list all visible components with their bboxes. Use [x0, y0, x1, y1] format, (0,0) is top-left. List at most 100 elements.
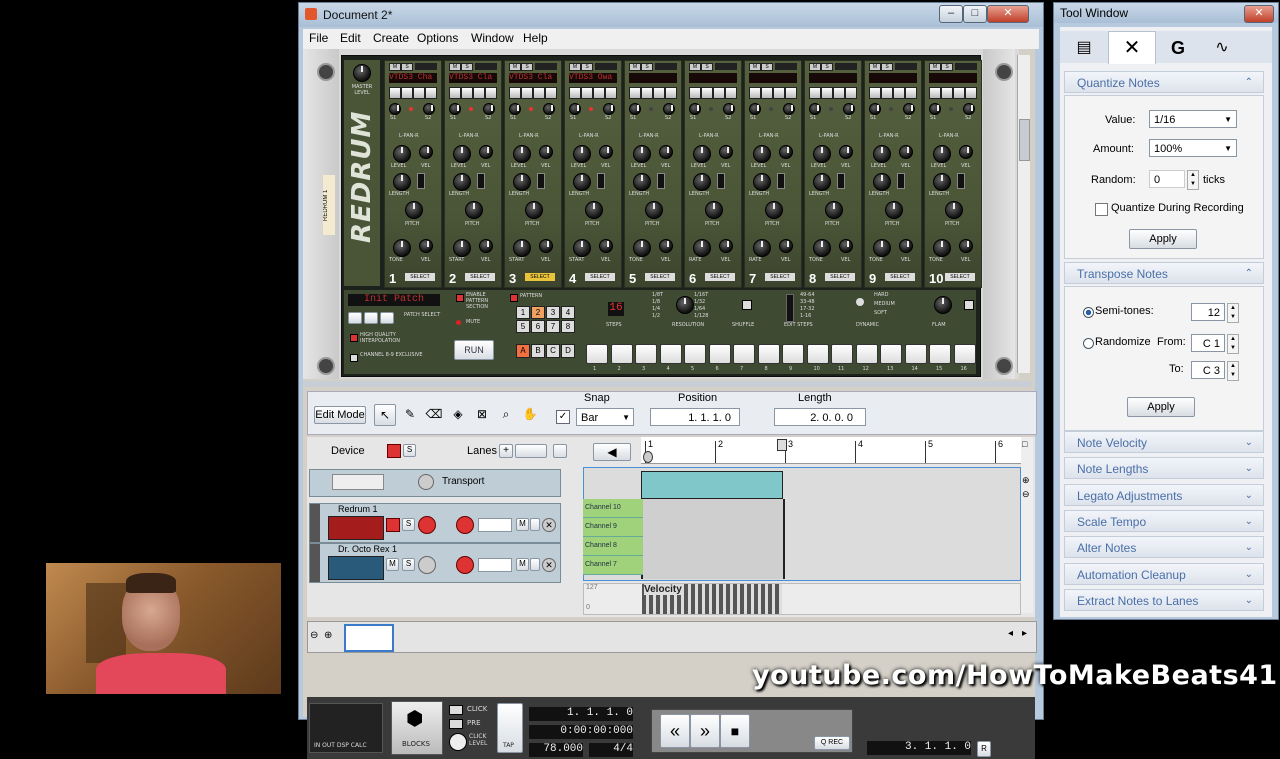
solo-button[interactable]: S [761, 63, 773, 71]
section-note-velocity[interactable]: Note Velocity ⌄ [1064, 431, 1264, 453]
close-track-icon[interactable]: ✕ [542, 558, 556, 572]
click-level-knob[interactable] [449, 733, 467, 751]
decay-switch[interactable] [477, 173, 485, 189]
pattern-button[interactable]: 6 [531, 320, 545, 333]
pencil-tool-icon[interactable]: ✎ [400, 404, 420, 424]
randomize-radio[interactable] [1083, 338, 1094, 349]
sample-nav-button[interactable] [941, 87, 953, 99]
velocity-knob[interactable] [659, 145, 673, 159]
decay-switch[interactable] [657, 173, 665, 189]
patch-next-button[interactable] [380, 312, 394, 324]
track-midi-select[interactable] [478, 518, 512, 532]
decay-switch[interactable] [777, 173, 785, 189]
track-lock-button[interactable] [530, 518, 540, 531]
s1-knob[interactable] [929, 103, 941, 115]
resolution-knob[interactable] [676, 296, 694, 314]
step-button[interactable] [659, 344, 682, 364]
sample-nav-button[interactable] [389, 87, 401, 99]
decay-switch[interactable] [837, 173, 845, 189]
lane-options-button[interactable] [515, 444, 547, 458]
chevron-down-icon[interactable]: ⌄ [1245, 537, 1253, 559]
level-knob[interactable] [933, 145, 951, 163]
magnify-tool-icon[interactable]: ⌕ [496, 404, 516, 424]
shuffle-button[interactable] [742, 300, 752, 310]
pitch-knob[interactable] [525, 201, 543, 219]
track-record-icon[interactable] [386, 518, 400, 532]
chevron-down-icon[interactable]: ⌄ [1245, 458, 1253, 480]
step-button[interactable] [929, 344, 951, 364]
tone-knob[interactable] [453, 239, 471, 257]
level-knob[interactable] [393, 145, 411, 163]
tone-vel-knob[interactable] [779, 239, 793, 253]
overview-zoom-out-icon[interactable]: ⊖ [310, 630, 318, 641]
sample-nav-button[interactable] [881, 87, 893, 99]
velocity-knob[interactable] [839, 145, 853, 159]
signature-display[interactable]: 4/4 [589, 743, 633, 757]
pattern-checkbox[interactable] [510, 294, 518, 302]
from-spinner[interactable]: ▲ ▼ [1227, 334, 1239, 354]
patch-prev-button[interactable] [364, 312, 378, 324]
chevron-down-icon[interactable]: ⌄ [1245, 485, 1253, 507]
tone-vel-knob[interactable] [419, 239, 433, 253]
pre-toggle[interactable] [449, 719, 463, 729]
pitch-knob[interactable] [465, 201, 483, 219]
step-button[interactable] [708, 344, 731, 364]
click-toggle[interactable] [449, 705, 463, 715]
menu-options[interactable]: Options [417, 31, 458, 45]
step-button[interactable] [831, 344, 853, 364]
level-knob[interactable] [453, 145, 471, 163]
add-lane-button[interactable]: + [499, 444, 513, 458]
decay-switch[interactable] [717, 173, 725, 189]
sample-nav-button[interactable] [665, 87, 677, 99]
step-button[interactable] [855, 344, 878, 364]
s1-knob[interactable] [689, 103, 701, 115]
close-track-icon[interactable]: ✕ [542, 518, 556, 532]
patch-browse-button[interactable] [348, 312, 362, 324]
velocity-knob[interactable] [479, 145, 493, 159]
position-field[interactable]: 1. 1. 1. 0 [650, 408, 740, 426]
pattern-button[interactable]: 2 [531, 306, 545, 319]
s1-knob[interactable] [569, 103, 581, 115]
mute-button[interactable]: M [809, 63, 821, 71]
mute-button[interactable]: M [569, 63, 581, 71]
sample-nav-button[interactable] [713, 87, 725, 99]
velocity-knob[interactable] [899, 145, 913, 159]
sample-nav-button[interactable] [581, 87, 593, 99]
sample-nav-button[interactable] [893, 87, 905, 99]
fast-forward-icon[interactable]: » [690, 714, 720, 748]
level-knob[interactable] [813, 145, 831, 163]
tab-device-icon[interactable]: ▤ [1064, 33, 1104, 63]
menu-edit[interactable]: Edit [340, 31, 361, 45]
quantize-during-recording-checkbox[interactable] [1095, 203, 1108, 216]
sample-nav-button[interactable] [449, 87, 461, 99]
zoom-out-icon[interactable]: ⊖ [1022, 489, 1030, 500]
solo-button[interactable]: S [521, 63, 533, 71]
length-knob[interactable] [573, 173, 591, 191]
blocks-button[interactable]: ⬢ BLOCKS [391, 701, 443, 755]
tab-audio-icon[interactable]: ∿ [1202, 33, 1242, 63]
section-automation-cleanup[interactable]: Automation Cleanup ⌄ [1064, 562, 1264, 585]
overview-viewport[interactable] [344, 624, 394, 652]
tone-vel-knob[interactable] [719, 239, 733, 253]
pitch-knob[interactable] [705, 201, 723, 219]
pitch-knob[interactable] [825, 201, 843, 219]
sample-browse-button[interactable] [715, 63, 737, 70]
velocity-knob[interactable] [959, 145, 973, 159]
s2-knob[interactable] [423, 103, 435, 115]
sample-nav-button[interactable] [425, 87, 437, 99]
record-enable-icon[interactable] [387, 444, 401, 458]
step-button[interactable] [586, 344, 608, 364]
record-arm-icon[interactable] [456, 516, 474, 534]
position-display[interactable]: 1. 1. 1. 0 [529, 707, 633, 721]
sample-nav-button[interactable] [953, 87, 965, 99]
channel-select-button[interactable]: SELECT [765, 273, 795, 281]
decay-switch[interactable] [957, 173, 965, 189]
sample-nav-button[interactable] [509, 87, 521, 99]
enable-pattern-checkbox[interactable] [456, 294, 464, 302]
decay-switch[interactable] [417, 173, 425, 189]
solo-button[interactable]: S [641, 63, 653, 71]
menu-create[interactable]: Create [373, 31, 409, 45]
bank-button[interactable]: C [546, 344, 560, 358]
decay-switch[interactable] [597, 173, 605, 189]
velocity-knob[interactable] [599, 145, 613, 159]
